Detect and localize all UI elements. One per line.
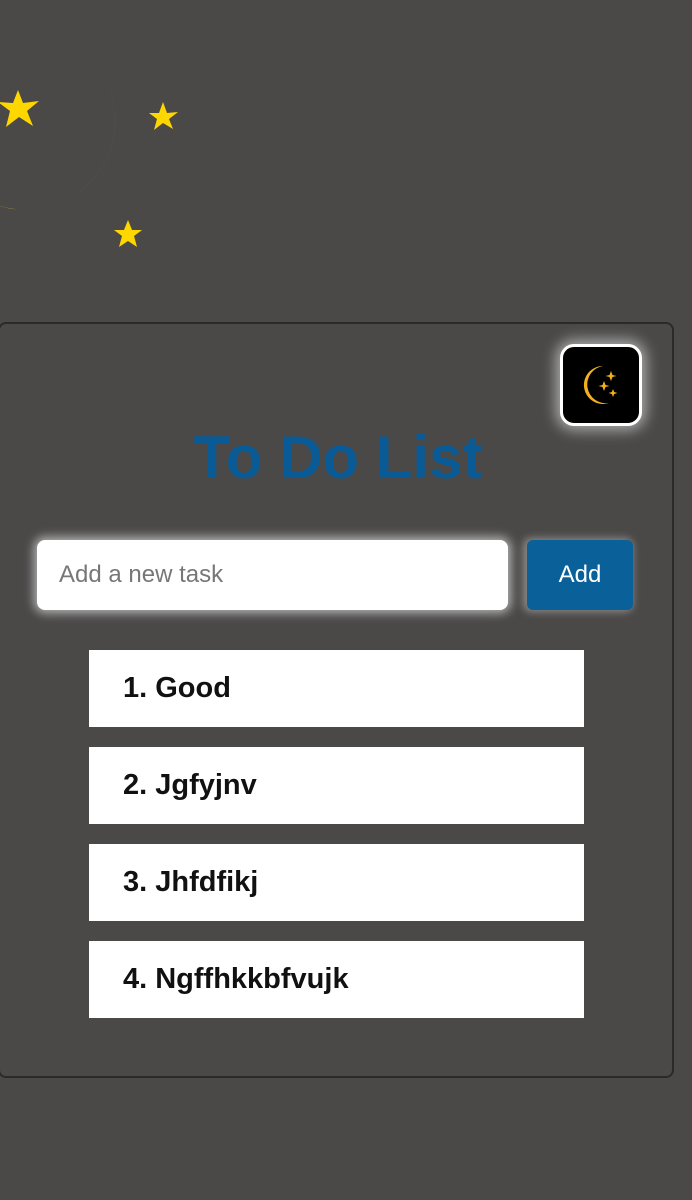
task-item[interactable]: 4. Ngffhkkbfvujk: [89, 941, 584, 1018]
moon-stars-icon: [583, 365, 618, 404]
star-shape: [114, 220, 142, 247]
theme-toggle-button[interactable]: [560, 344, 642, 426]
add-task-button[interactable]: Add: [527, 540, 633, 610]
star-shape: [149, 102, 178, 130]
crescent-moon-shape: [0, 52, 115, 210]
task-item[interactable]: 2. Jgfyjnv: [89, 747, 584, 824]
new-task-input[interactable]: [37, 540, 508, 610]
page-title: To Do List: [193, 424, 483, 491]
task-item[interactable]: 3. Jhfdfikj: [89, 844, 584, 921]
task-list: 1. Good 2. Jgfyjnv 3. Jhfdfikj 4. Ngffhk…: [89, 650, 584, 1038]
star-shape: [0, 90, 39, 127]
moon-and-stars-icon: [0, 52, 178, 247]
task-item[interactable]: 1. Good: [89, 650, 584, 727]
